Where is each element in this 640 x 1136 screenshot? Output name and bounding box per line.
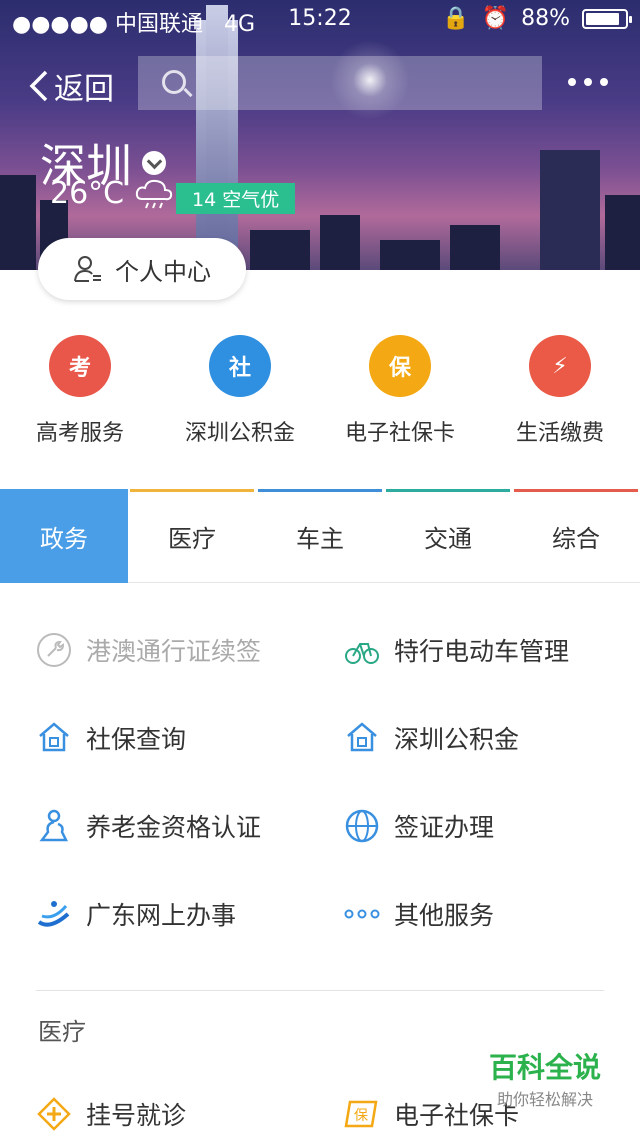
- elder-icon: [36, 808, 72, 844]
- service-item[interactable]: 社保查询: [36, 720, 186, 756]
- tab-medical[interactable]: 医疗: [128, 489, 256, 583]
- service-item[interactable]: 特行电动车管理: [344, 632, 569, 668]
- chevron-left-icon: [29, 70, 48, 102]
- section-divider: [36, 990, 604, 991]
- quick-service-utility[interactable]: ⚡ 生活缴费: [480, 335, 640, 447]
- search-icon: [162, 70, 186, 94]
- temperature: 26°C: [50, 176, 125, 211]
- weather: 26°C: [50, 176, 174, 211]
- more-menu-icon[interactable]: [568, 78, 608, 86]
- search-input[interactable]: [198, 66, 528, 100]
- building: [450, 225, 500, 270]
- tab-government[interactable]: 政务: [0, 489, 128, 583]
- social-card-icon: 保: [344, 1096, 380, 1132]
- quick-service-housing-fund[interactable]: 社 深圳公积金: [160, 335, 320, 447]
- quick-service-label: 电子社保卡: [344, 421, 455, 446]
- guangdong-logo-icon: [36, 896, 72, 932]
- service-item[interactable]: 广东网上办事: [36, 896, 236, 932]
- hero-banner: ●●●●● 中国联通 4G 15:22 🔒 ⏰ 88% 返回 深圳 26°C 1…: [0, 0, 640, 270]
- building: [320, 215, 360, 270]
- building: [380, 240, 440, 270]
- section-title-medical: 医疗: [38, 1018, 86, 1046]
- bicycle-icon: [344, 632, 380, 668]
- home-shield-icon: [344, 720, 380, 756]
- personal-center-button[interactable]: 个人中心: [38, 238, 246, 300]
- user-icon: [74, 256, 101, 282]
- medical-cross-icon: [36, 1096, 72, 1132]
- dots-icon: [344, 896, 380, 932]
- service-item[interactable]: 养老金资格认证: [36, 808, 261, 844]
- globe-icon: [344, 808, 380, 844]
- rotation-lock-icon: 🔒: [442, 6, 470, 31]
- service-item[interactable]: 深圳公积金: [344, 720, 519, 756]
- tab-general[interactable]: 综合: [512, 489, 640, 583]
- tower-building: [206, 5, 228, 270]
- service-item[interactable]: 挂号就诊: [36, 1096, 186, 1132]
- building: [0, 175, 36, 270]
- watermark-subtitle: 助你轻松解决: [496, 1090, 593, 1109]
- building: [250, 230, 310, 270]
- battery-icon: [582, 8, 632, 29]
- search-bar[interactable]: [138, 56, 542, 110]
- quick-services: 考 高考服务 社 深圳公积金 保 电子社保卡 ⚡ 生活缴费: [0, 335, 640, 447]
- quick-service-social-card[interactable]: 保 电子社保卡: [320, 335, 480, 447]
- battery-percent: 88%: [521, 6, 570, 31]
- watermark-title: 百科全说: [488, 1051, 601, 1084]
- navigation-bar: 返回: [0, 56, 640, 112]
- chevron-down-icon: [142, 151, 166, 175]
- air-quality-badge: 14 空气优: [176, 183, 296, 214]
- quick-service-label: 生活缴费: [515, 421, 604, 446]
- home-shield-icon: 社: [209, 335, 271, 397]
- wrench-icon: [36, 632, 72, 668]
- rain-cloud-icon: [135, 179, 173, 208]
- tab-car-owner[interactable]: 车主: [256, 489, 384, 583]
- service-item[interactable]: 港澳通行证续签: [36, 632, 261, 668]
- home-shield-icon: [36, 720, 72, 756]
- quick-service-label: 深圳公积金: [184, 421, 295, 446]
- personal-center-label: 个人中心: [115, 257, 211, 286]
- alarm-icon: ⏰: [481, 6, 510, 31]
- status-bar: ●●●●● 中国联通 4G 15:22 🔒 ⏰ 88%: [0, 0, 640, 40]
- lightning-icon: ⚡: [529, 335, 591, 397]
- back-label: 返回: [54, 72, 114, 107]
- tab-traffic[interactable]: 交通: [384, 489, 512, 583]
- social-card-icon: 保: [369, 335, 431, 397]
- building: [605, 195, 640, 270]
- service-item[interactable]: 其他服务: [344, 896, 494, 932]
- svg-text:保: 保: [354, 1108, 368, 1124]
- back-button[interactable]: 返回: [28, 64, 114, 108]
- quick-service-gaokao[interactable]: 考 高考服务: [0, 335, 160, 447]
- category-tabs: 政务 医疗 车主 交通 综合: [0, 489, 640, 583]
- watermark: 百科全说 助你轻松解决: [470, 1046, 620, 1110]
- quick-service-label: 高考服务: [35, 421, 124, 446]
- building: [540, 150, 600, 270]
- service-item[interactable]: 签证办理: [344, 808, 494, 844]
- exam-icon: 考: [49, 335, 111, 397]
